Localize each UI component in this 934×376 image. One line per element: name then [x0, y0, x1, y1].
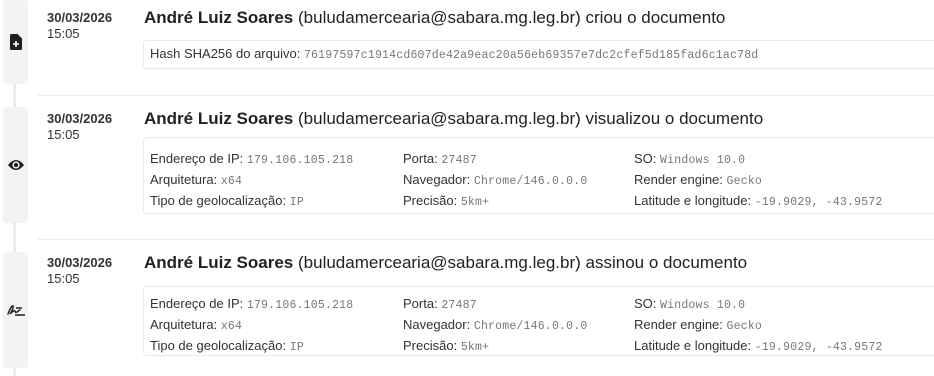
os-field: SO: Windows 10.0: [634, 296, 746, 312]
precision-value: 5km+: [460, 196, 490, 209]
engine-field: Render engine: Gecko: [634, 317, 763, 333]
arch-value: x64: [220, 320, 243, 333]
precision-field: Precisão: 5km+: [403, 193, 490, 209]
user-email: (buludamercearia@sabara.mg.leg.br): [298, 109, 581, 128]
event-action: visualizou o documento: [585, 109, 764, 128]
event-divider: [37, 95, 934, 96]
browser-value: Chrome/146.0.0.0: [473, 175, 588, 188]
event-datetime: 30/03/2026 15:05: [47, 111, 112, 143]
user-name: André Luiz Soares: [144, 8, 294, 27]
engine-value: Gecko: [726, 320, 763, 333]
ip-field: Endereço de IP: 179.106.105.218: [150, 296, 354, 312]
latlng-value: -19.9029, -43.9572: [754, 341, 883, 354]
browser-field: Navegador: Chrome/146.0.0.0: [403, 172, 588, 188]
event-date: 30/03/2026: [47, 111, 113, 126]
geo-type-value: IP: [289, 341, 304, 354]
arch-field: Arquitetura: x64: [150, 172, 243, 188]
event-action: criou o documento: [585, 8, 726, 27]
port-field: Porta: 27487: [403, 151, 477, 167]
ip-value: 179.106.105.218: [246, 299, 354, 312]
ip-field: Endereço de IP: 179.106.105.218: [150, 151, 354, 167]
event-date: 30/03/2026: [47, 255, 113, 270]
precision-value: 5km+: [460, 341, 490, 354]
port-value: 27487: [441, 299, 477, 312]
event-created: 30/03/2026 15:05 André Luiz Soares (bulu…: [0, 7, 934, 80]
event-title: André Luiz Soares (buludamercearia@sabar…: [144, 108, 763, 130]
event-time: 15:05: [47, 127, 80, 142]
event-signed: 30/03/2026 15:05 André Luiz Soares (bulu…: [0, 252, 934, 365]
hash-panel: Hash SHA256 do arquivo: 76197597c1914cd6…: [143, 40, 934, 69]
browser-field: Navegador: Chrome/146.0.0.0: [403, 317, 588, 333]
hash-value: 76197597c1914cd607de42a9eac20a56eb69357e…: [303, 49, 759, 62]
event-action: assinou o documento: [585, 253, 748, 272]
event-divider: [37, 239, 934, 240]
user-email: (buludamercearia@sabara.mg.leg.br): [298, 8, 581, 27]
port-field: Porta: 27487: [403, 296, 477, 312]
hash-label: Hash SHA256 do arquivo:: [150, 46, 301, 61]
os-field: SO: Windows 10.0: [634, 151, 746, 167]
latlng-field: Latitude e longitude: -19.9029, -43.9572: [634, 338, 883, 354]
engine-value: Gecko: [726, 175, 763, 188]
browser-value: Chrome/146.0.0.0: [473, 320, 588, 333]
geo-type-field: Tipo de geolocalização: IP: [150, 338, 304, 354]
ip-value: 179.106.105.218: [246, 154, 354, 167]
latlng-field: Latitude e longitude: -19.9029, -43.9572: [634, 193, 883, 209]
event-title: André Luiz Soares (buludamercearia@sabar…: [144, 7, 725, 29]
event-time: 15:05: [47, 26, 80, 41]
engine-field: Render engine: Gecko: [634, 172, 763, 188]
geo-type-value: IP: [289, 196, 304, 209]
user-name: André Luiz Soares: [144, 109, 294, 128]
event-time: 15:05: [47, 271, 80, 286]
arch-value: x64: [220, 175, 243, 188]
event-title: André Luiz Soares (buludamercearia@sabar…: [144, 252, 747, 274]
arch-field: Arquitetura: x64: [150, 317, 243, 333]
os-value: Windows 10.0: [660, 299, 746, 312]
user-name: André Luiz Soares: [144, 253, 294, 272]
port-value: 27487: [441, 154, 477, 167]
user-email: (buludamercearia@sabara.mg.leg.br): [298, 253, 581, 272]
access-details-panel: Endereço de IP: 179.106.105.218 Porta: 2…: [143, 137, 934, 214]
os-value: Windows 10.0: [660, 154, 746, 167]
geo-type-field: Tipo de geolocalização: IP: [150, 193, 304, 209]
event-date: 30/03/2026: [47, 10, 113, 25]
event-viewed: 30/03/2026 15:05 André Luiz Soares (bulu…: [0, 108, 934, 221]
precision-field: Precisão: 5km+: [403, 338, 490, 354]
access-details-panel: Endereço de IP: 179.106.105.218 Porta: 2…: [143, 286, 934, 356]
hash-row: Hash SHA256 do arquivo: 76197597c1914cd6…: [150, 41, 758, 69]
latlng-value: -19.9029, -43.9572: [754, 196, 883, 209]
event-datetime: 30/03/2026 15:05: [47, 10, 112, 42]
event-datetime: 30/03/2026 15:05: [47, 255, 112, 287]
